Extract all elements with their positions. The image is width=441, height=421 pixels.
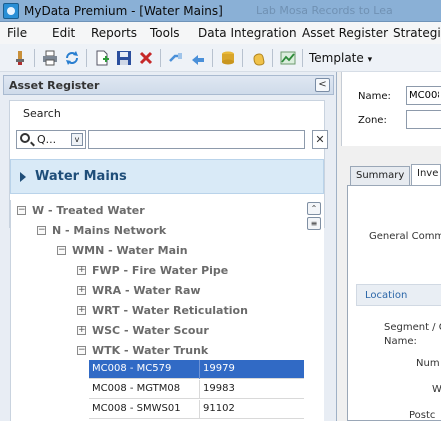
detail-tabs: Summary Inve <box>341 164 441 186</box>
search-input[interactable] <box>88 130 305 149</box>
asset-value: 19979 <box>203 363 235 374</box>
detail-panel: Name: Zone: Summary Inve General Comme L… <box>341 72 441 421</box>
tree-node-label: FWP - Fire Water Pipe <box>92 264 229 277</box>
collapse-icon[interactable]: − <box>77 346 86 355</box>
number-label: Num <box>416 358 440 369</box>
expand-icon[interactable]: + <box>77 286 86 295</box>
link-icon[interactable] <box>168 50 184 66</box>
clear-search-button[interactable]: ✕ <box>312 130 328 149</box>
window-title: MyData Premium - [Water Mains] <box>24 4 223 18</box>
background-window-title: Lab Mosa Records to Lea <box>256 4 393 17</box>
delete-icon[interactable] <box>138 50 154 66</box>
expand-icon[interactable]: + <box>77 326 86 335</box>
segment-label: Segment / G <box>384 322 441 333</box>
toolbar-separator <box>302 49 303 67</box>
asset-value: 19983 <box>203 383 235 394</box>
asset-code: MC008 - MC579 <box>92 363 172 374</box>
column-divider <box>199 360 200 379</box>
menu-strategic[interactable]: Strategic <box>393 26 441 40</box>
tree-node-label: WTK - Water Trunk <box>92 344 209 357</box>
new-document-icon[interactable] <box>94 50 110 66</box>
toolbar-separator <box>160 49 161 67</box>
postcode-label: Postc <box>409 410 436 421</box>
tree-node-label: WRT - Water Reticulation <box>92 304 248 317</box>
tree-node-label: WRA - Water Raw <box>92 284 201 297</box>
asset-register-panel: Asset Register < Search Q... v ✕ Water M… <box>0 72 337 421</box>
group-title: Water Mains <box>35 169 127 184</box>
tab-content: General Comme Location Segment / G Name:… <box>347 185 441 421</box>
tree-node-label: WMN - Water Main <box>72 244 188 257</box>
search-label: Search <box>23 107 61 120</box>
tree-node-label: N - Mains Network <box>52 224 167 237</box>
toolbar-separator <box>86 49 87 67</box>
toolbar-separator <box>272 49 273 67</box>
table-row[interactable]: MC008 - SMWS01 91102 <box>89 400 304 419</box>
collapse-icon[interactable]: − <box>57 246 66 255</box>
panel-title: Asset Register <box>9 79 100 92</box>
table-row[interactable]: MC008 - MGTM08 19983 <box>89 380 304 399</box>
location-section-header[interactable]: Location <box>356 284 441 306</box>
forward-icon[interactable] <box>190 50 206 66</box>
tab-inventory[interactable]: Inve <box>411 164 441 186</box>
tree-node-label: WSC - Water Scour <box>92 324 209 337</box>
menu-file[interactable]: File <box>7 26 27 40</box>
collapse-icon[interactable]: − <box>37 226 46 235</box>
name-label: Name: <box>358 91 391 102</box>
expand-icon[interactable]: + <box>77 306 86 315</box>
toolbar: Template ▾ <box>0 44 441 72</box>
title-bar: MyData Premium - [Water Mains] Lab Mosa … <box>0 0 441 22</box>
toolbar-separator <box>242 49 243 67</box>
column-divider <box>199 380 200 399</box>
scroll-up-button[interactable]: ⌃ <box>307 202 321 215</box>
menu-data-integration[interactable]: Data Integration <box>198 26 297 40</box>
water-mains-group-header[interactable]: Water Mains <box>10 159 324 194</box>
toolbar-separator <box>212 49 213 67</box>
w-label: W <box>432 384 441 395</box>
database-icon[interactable] <box>220 50 236 66</box>
chart-icon[interactable] <box>280 50 296 66</box>
expand-icon[interactable]: + <box>77 266 86 275</box>
asset-code: MC008 - SMWS01 <box>92 403 181 414</box>
chevron-down-icon[interactable]: v <box>71 133 83 146</box>
tree-scrollbar[interactable]: ⌃ ≡ <box>304 200 324 421</box>
zone-field[interactable] <box>406 110 441 129</box>
expand-arrow-icon <box>20 172 26 182</box>
detail-header: Name: Zone: <box>341 72 441 146</box>
template-dropdown[interactable]: Template ▾ <box>309 51 372 65</box>
print-icon[interactable] <box>42 50 58 66</box>
menu-reports[interactable]: Reports <box>91 26 137 40</box>
table-row-selected[interactable]: MC008 - MC579 19979 <box>89 360 304 379</box>
asset-tree: − W - Treated Water − N - Mains Network … <box>10 200 304 421</box>
refresh-icon[interactable] <box>64 50 80 66</box>
toolbar-separator <box>34 49 35 67</box>
hand-icon[interactable] <box>250 50 266 66</box>
save-icon[interactable] <box>116 50 132 66</box>
zone-label: Zone: <box>358 115 387 126</box>
app-icon <box>3 3 19 19</box>
column-divider <box>199 400 200 419</box>
segment-name-label: Name: <box>384 336 417 347</box>
search-field-value: Q... <box>37 133 57 146</box>
brush-icon[interactable] <box>12 50 28 66</box>
asset-code: MC008 - MGTM08 <box>92 383 181 394</box>
tree-node-label: W - Treated Water <box>32 204 145 217</box>
name-field[interactable] <box>406 86 441 105</box>
menu-edit[interactable]: Edit <box>52 26 75 40</box>
collapse-panel-button[interactable]: < <box>315 78 330 92</box>
search-icon <box>20 133 30 143</box>
menu-tools[interactable]: Tools <box>150 26 180 40</box>
tree-menu-button[interactable]: ≡ <box>307 217 321 230</box>
asset-value: 91102 <box>203 403 235 414</box>
search-field-selector[interactable]: Q... v <box>16 130 86 149</box>
location-label: Location <box>365 290 408 301</box>
menu-bar: File Edit Reports Tools Data Integration… <box>0 22 441 44</box>
tab-summary[interactable]: Summary <box>350 166 411 186</box>
general-comments-label: General Comme <box>369 231 441 242</box>
panel-header: Asset Register < <box>3 75 334 95</box>
menu-asset-register[interactable]: Asset Register <box>302 26 388 40</box>
collapse-icon[interactable]: − <box>17 206 26 215</box>
